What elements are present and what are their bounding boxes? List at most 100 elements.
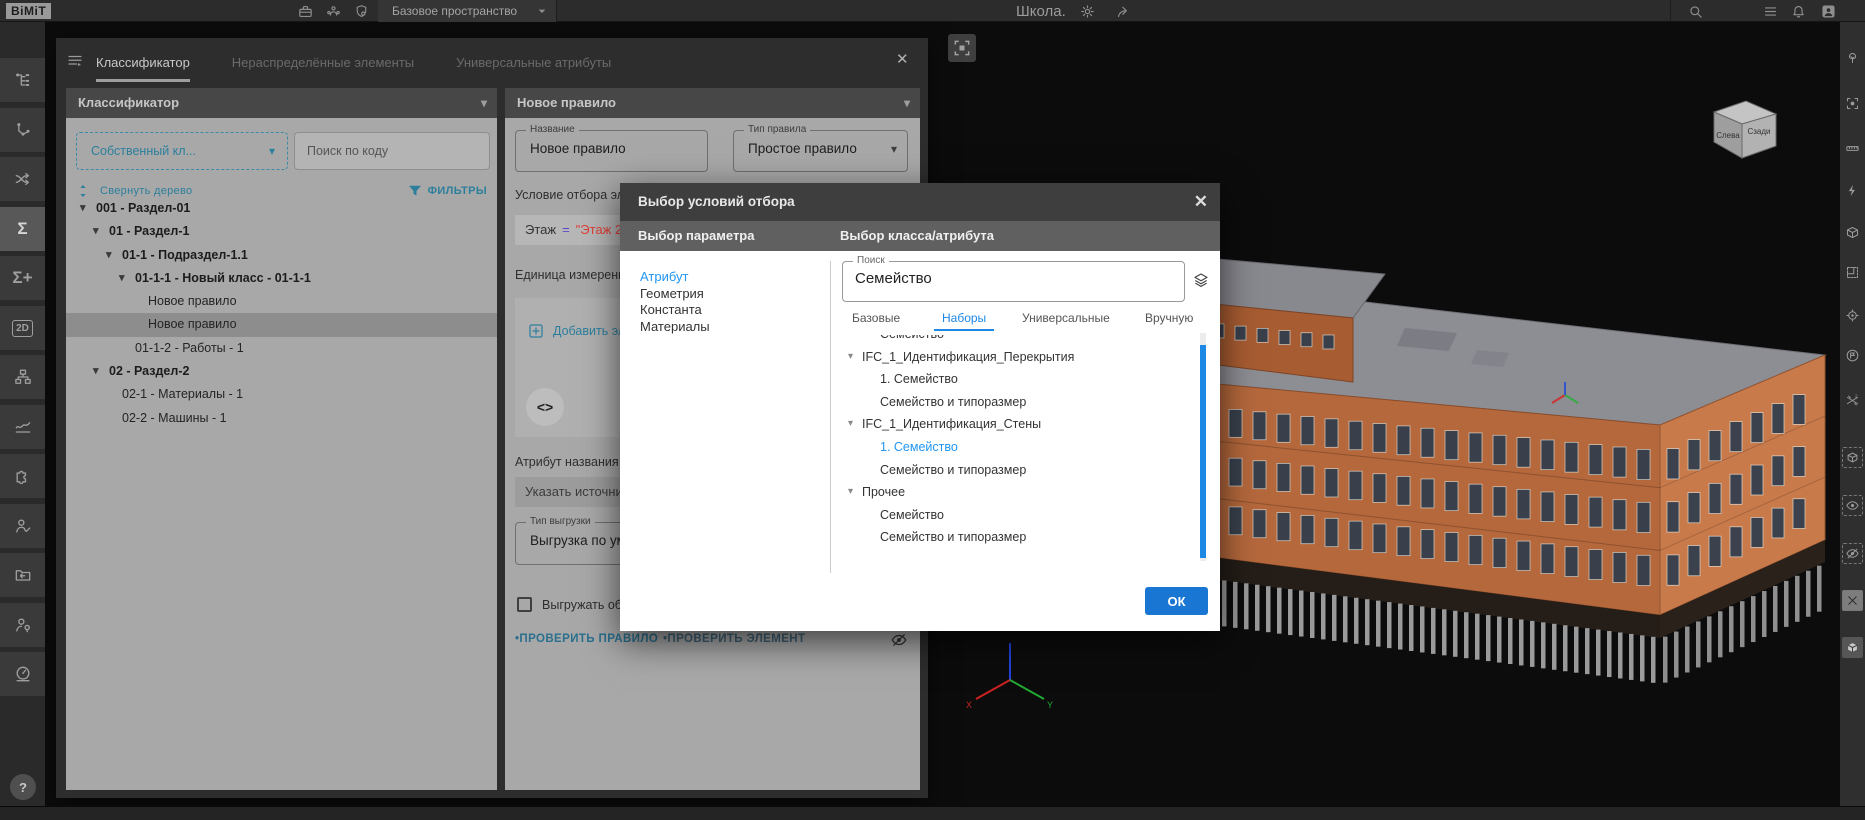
attribute-item[interactable]: Семейство и типоразмер: [842, 459, 1192, 482]
check-element-link[interactable]: •ПРОВЕРИТЬ ЭЛЕМЕНТ: [663, 633, 805, 645]
sigma-add-button[interactable]: Σ+: [0, 256, 45, 300]
caret-icon[interactable]: ▾: [106, 244, 112, 267]
caret-icon[interactable]: ▾: [848, 481, 853, 504]
close-icon[interactable]: ✕: [896, 50, 909, 68]
shield-icon[interactable]: [352, 2, 370, 20]
gear-icon[interactable]: [1078, 2, 1096, 20]
user-location-button[interactable]: [0, 603, 45, 647]
rule-header[interactable]: Новое правило▾: [505, 88, 920, 118]
check-rule-link[interactable]: •ПРОВЕРИТЬ ПРАВИЛО: [515, 633, 658, 645]
dashboard-button[interactable]: [0, 652, 45, 696]
dialog-tab-Наборы[interactable]: Наборы: [934, 307, 994, 331]
nodes-button[interactable]: [0, 108, 45, 152]
locate-button[interactable]: [1842, 305, 1863, 326]
close-icon[interactable]: ✕: [1194, 183, 1208, 221]
workplane-button[interactable]: [1842, 262, 1863, 283]
workspace-selector[interactable]: Базовое пространство: [378, 0, 556, 22]
caret-icon[interactable]: ▾: [80, 197, 86, 220]
parameter-item[interactable]: Константа: [640, 302, 820, 319]
layers-icon[interactable]: [1192, 271, 1210, 289]
parameter-item[interactable]: Материалы: [640, 319, 820, 336]
attribute-item[interactable]: Семейство: [842, 504, 1192, 527]
tree-item[interactable]: Новое правило: [66, 313, 497, 336]
help-button[interactable]: ?: [10, 774, 36, 800]
team-icon[interactable]: [324, 2, 342, 20]
attribute-item[interactable]: ▾Прочее: [842, 481, 1192, 504]
share-icon[interactable]: [1114, 2, 1132, 20]
parameter-item[interactable]: Геометрия: [640, 286, 820, 303]
scrollbar[interactable]: [1200, 333, 1206, 561]
tab-Универсальные атрибуты[interactable]: Универсальные атрибуты: [456, 48, 611, 82]
code-search-input[interactable]: [294, 132, 490, 170]
tab-Нераспределённые элементы[interactable]: Нераспределённые элементы: [232, 48, 414, 82]
caret-icon[interactable]: ▾: [848, 346, 853, 369]
hierarchy-button[interactable]: [0, 58, 45, 102]
tree-item[interactable]: ▾001 - Раздел-01: [66, 197, 497, 220]
app-logo[interactable]: BiMiT: [6, 3, 51, 19]
dialog-tab-Универсальные[interactable]: Универсальные: [1022, 307, 1110, 329]
eye-off-icon[interactable]: [890, 631, 908, 649]
select-focus-button[interactable]: [1842, 93, 1863, 114]
export-objects-checkbox[interactable]: [517, 597, 532, 612]
puzzle-button[interactable]: [0, 454, 45, 498]
measure-button[interactable]: [1842, 138, 1863, 159]
section-cut-button[interactable]: 2: [1842, 390, 1863, 411]
2d-view-button[interactable]: 2D: [0, 306, 45, 350]
environment-button[interactable]: [1842, 47, 1863, 68]
rule-type-dropdown[interactable]: Тип правила Простое правило ▾: [733, 130, 908, 172]
attribute-item[interactable]: 1. Семейство: [842, 368, 1192, 391]
attribute-item[interactable]: ▾IFC_1_Идентификация_Стены: [842, 413, 1192, 436]
briefcase-icon[interactable]: [296, 2, 314, 20]
tree-item[interactable]: ▾01 - Раздел-1: [66, 220, 497, 243]
user-check-button[interactable]: [0, 504, 45, 548]
view-cube[interactable]: СлеваСзади: [1698, 92, 1788, 170]
attribute-search-input[interactable]: [855, 270, 1165, 287]
clip-button[interactable]: [1842, 180, 1863, 201]
selection-tool-icon[interactable]: [948, 34, 976, 62]
attribute-item[interactable]: Семейство и типоразмер: [842, 526, 1192, 549]
avatar-icon[interactable]: [1819, 2, 1837, 20]
caret-icon[interactable]: ▾: [848, 413, 853, 436]
section-box-button[interactable]: [1842, 222, 1863, 243]
collapse-panel-icon[interactable]: [66, 52, 84, 70]
eye-button[interactable]: [1842, 495, 1863, 516]
structure-button[interactable]: [0, 355, 45, 399]
tab-Классификатор[interactable]: Классификатор: [96, 48, 190, 82]
dialog-tab-Вручную[interactable]: Вручную: [1145, 307, 1193, 329]
bell-icon[interactable]: [1789, 2, 1807, 20]
tree-item[interactable]: ▾01-1 - Подраздел-1.1: [66, 244, 497, 267]
list-icon[interactable]: [1761, 2, 1779, 20]
classifier-header[interactable]: Классификатор▾: [66, 88, 497, 118]
ok-button[interactable]: ОК: [1145, 587, 1208, 615]
tree-item[interactable]: ▾02 - Раздел-2: [66, 360, 497, 383]
scrollbar-thumb[interactable]: [1200, 345, 1206, 558]
tree-item[interactable]: ▾01-1-1 - Новый класс - 01-1-1: [66, 267, 497, 290]
search-icon[interactable]: [1686, 2, 1704, 20]
dialog-tab-Базовые[interactable]: Базовые: [852, 307, 900, 329]
caret-icon[interactable]: ▾: [93, 220, 99, 243]
sigma-button[interactable]: Σ: [0, 207, 45, 251]
tree-item[interactable]: 02-2 - Машины - 1: [66, 407, 497, 430]
attribute-item[interactable]: Семейство и типоразмер: [842, 391, 1192, 414]
flag-button[interactable]: [1842, 345, 1863, 366]
caret-icon[interactable]: ▾: [93, 360, 99, 383]
eye-off-button[interactable]: [1842, 543, 1863, 564]
parameter-item[interactable]: Атрибут: [640, 269, 820, 286]
caret-icon[interactable]: ▾: [119, 267, 125, 290]
attribute-item[interactable]: Семейство: [842, 335, 1192, 346]
rule-name-field[interactable]: Название Новое правило: [515, 130, 708, 172]
folder-import-button[interactable]: [0, 553, 45, 597]
attribute-item[interactable]: ▾IFC_1_Идентификация_Перекрытия: [842, 346, 1192, 369]
cube-button[interactable]: [1842, 447, 1863, 468]
close-button[interactable]: [1842, 590, 1863, 611]
tree-item[interactable]: Новое правило: [66, 290, 497, 313]
cube-solid-button[interactable]: [1842, 637, 1863, 658]
attribute-search-field[interactable]: Поиск: [842, 261, 1185, 302]
code-mode-toggle[interactable]: <>: [526, 388, 564, 426]
attribute-item[interactable]: 1. Семейство: [842, 436, 1192, 459]
chart-button[interactable]: [0, 405, 45, 449]
tree-item[interactable]: 01-1-2 - Работы - 1: [66, 337, 497, 360]
classifier-type-dropdown[interactable]: Собственный кл...▾: [76, 132, 288, 170]
connections-button[interactable]: [0, 157, 45, 201]
tree-item[interactable]: 02-1 - Материалы - 1: [66, 383, 497, 406]
